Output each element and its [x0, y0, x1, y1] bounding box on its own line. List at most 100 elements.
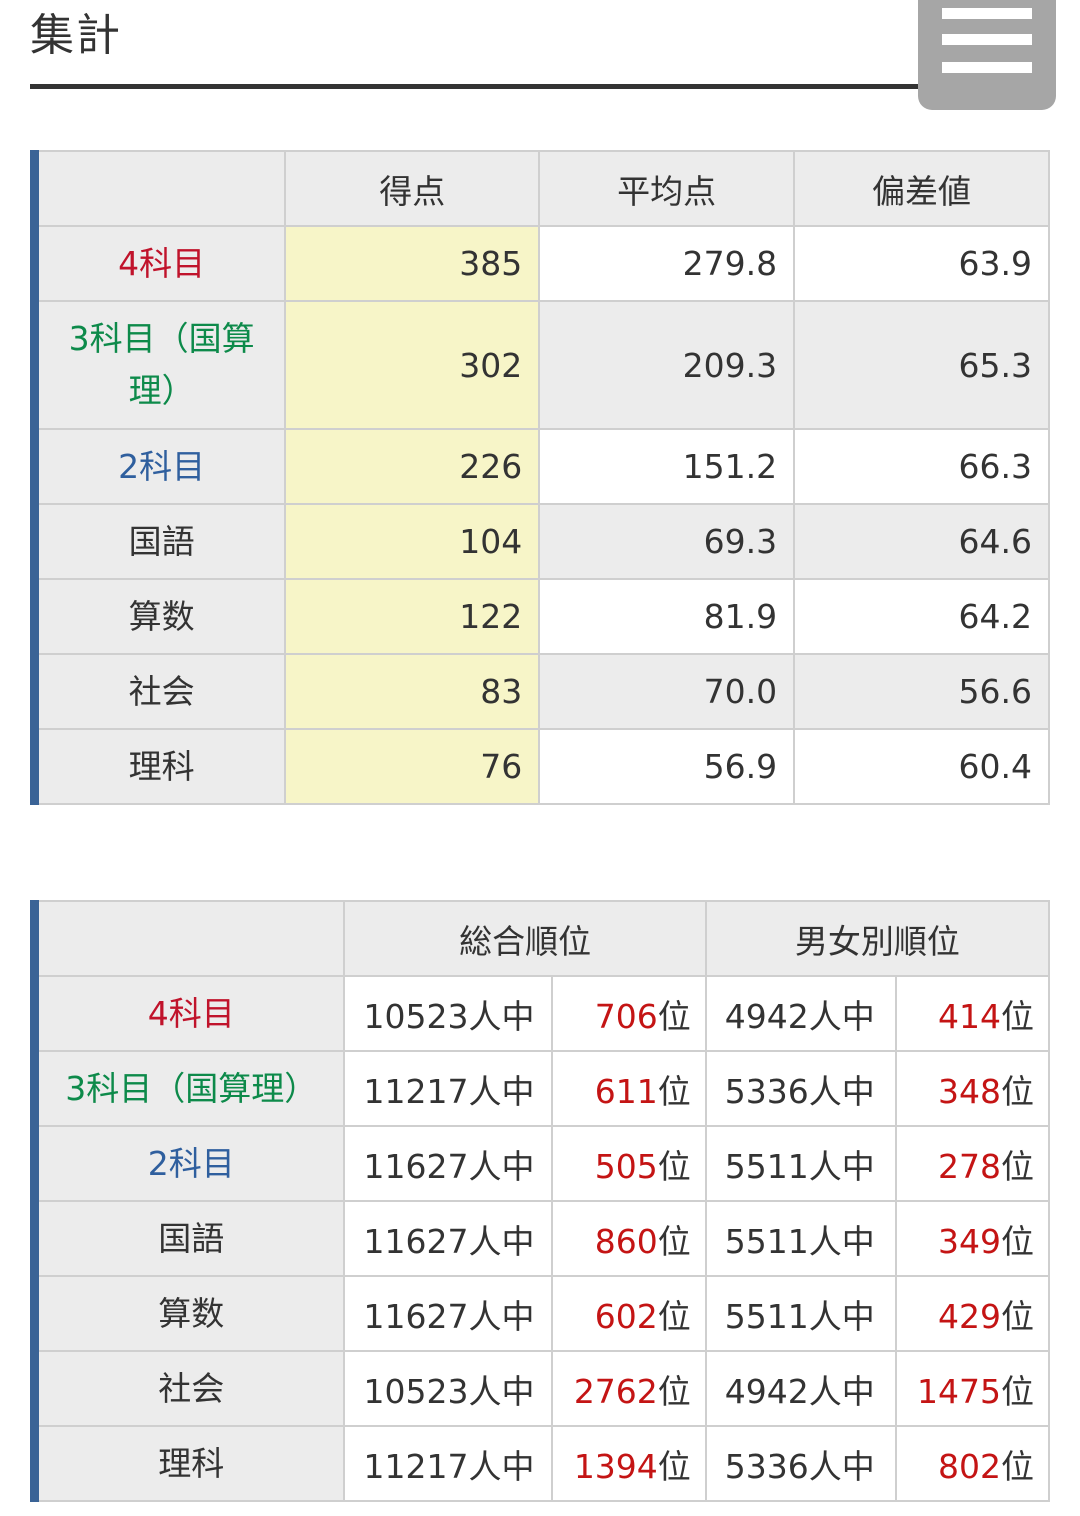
participant-unit: 人中 [808, 1446, 875, 1486]
column-header-average: 平均点 [538, 150, 796, 227]
rank-number: 278 [938, 1146, 1001, 1186]
rank-header-row: 総合順位 男女別順位 [33, 900, 1051, 977]
corner-cell [33, 900, 346, 977]
row-label: 理科 [33, 1425, 346, 1502]
gender-rank: 348位 [895, 1050, 1050, 1127]
rank-number: 1394 [573, 1446, 658, 1486]
header-divider [30, 84, 930, 89]
table-row: 3科目（国算理） 302 209.3 65.3 [33, 300, 1050, 430]
gender-rank: 278位 [895, 1125, 1050, 1202]
total-participants: 10523人中 [343, 975, 553, 1052]
total-rank: 706位 [550, 975, 707, 1052]
rank-unit: 位 [1001, 1371, 1034, 1411]
table-row: 4科目 10523人中 706位 4942人中 414位 [33, 975, 1050, 1052]
rank-number: 348 [938, 1071, 1001, 1111]
rank-number: 505 [594, 1146, 658, 1186]
deviation-value: 64.6 [793, 503, 1050, 580]
column-header-gender-rank: 男女別順位 [704, 900, 1051, 977]
average-value: 69.3 [538, 503, 796, 580]
total-rank: 602位 [550, 1275, 707, 1352]
menu-button[interactable] [918, 0, 1056, 110]
gender-participants: 5336人中 [704, 1050, 898, 1127]
gender-participants: 5511人中 [704, 1275, 898, 1352]
row-label: 4科目 [33, 225, 287, 302]
row-label: 国語 [33, 503, 287, 580]
row-label: 3科目（国算理） [33, 1050, 346, 1127]
participant-count: 5511 [724, 1146, 809, 1186]
total-rank: 1394位 [550, 1425, 707, 1502]
average-value: 151.2 [538, 428, 796, 505]
ranking-table: 総合順位 男女別順位 4科目 10523人中 706位 4942人中 414位 3科目（国… [30, 900, 1051, 1502]
average-value: 56.9 [538, 728, 796, 805]
participant-count: 5511 [724, 1296, 809, 1336]
rank-number: 611 [594, 1071, 658, 1111]
gender-participants: 5511人中 [704, 1125, 898, 1202]
column-header-overall-rank: 総合順位 [343, 900, 707, 977]
score-value: 385 [284, 225, 541, 302]
average-value: 209.3 [538, 300, 796, 430]
deviation-value: 60.4 [793, 728, 1050, 805]
rank-unit: 位 [1001, 1146, 1034, 1186]
participant-count: 10523 [363, 996, 469, 1036]
rank-number: 860 [594, 1221, 658, 1261]
participant-count: 11217 [363, 1071, 469, 1111]
rank-number: 1475 [917, 1371, 1001, 1411]
participant-unit: 人中 [468, 1296, 535, 1336]
score-value: 226 [284, 428, 541, 505]
gender-participants: 5511人中 [704, 1200, 898, 1277]
page-title: 集計 [30, 10, 122, 61]
score-value: 76 [284, 728, 541, 805]
rank-unit: 位 [657, 1146, 691, 1186]
row-label: 理科 [33, 728, 287, 805]
table-row: 理科 11217人中 1394位 5336人中 802位 [33, 1425, 1050, 1502]
table-row: 社会 10523人中 2762位 4942人中 1475位 [33, 1350, 1050, 1427]
row-label: 社会 [33, 1350, 346, 1427]
participant-unit: 人中 [808, 1146, 875, 1186]
participant-count: 11217 [363, 1446, 469, 1486]
rank-number: 2762 [573, 1371, 658, 1411]
participant-unit: 人中 [468, 1371, 535, 1411]
table-row: 2科目 11627人中 505位 5511人中 278位 [33, 1125, 1050, 1202]
gender-participants: 4942人中 [704, 1350, 898, 1427]
gender-rank: 802位 [895, 1425, 1050, 1502]
participant-count: 5336 [724, 1071, 809, 1111]
score-value: 302 [284, 300, 541, 430]
score-value: 122 [284, 578, 541, 655]
rank-unit: 位 [657, 1221, 691, 1261]
participant-unit: 人中 [808, 1296, 875, 1336]
score-value: 104 [284, 503, 541, 580]
menu-bar-icon [942, 8, 1032, 19]
table-row: 4科目 385 279.8 63.9 [33, 225, 1050, 302]
participant-unit: 人中 [808, 1071, 875, 1111]
rank-unit: 位 [1001, 1071, 1034, 1111]
table-row: 社会 83 70.0 56.6 [33, 653, 1050, 730]
participant-count: 11627 [363, 1221, 469, 1261]
participant-unit: 人中 [468, 1071, 535, 1111]
total-participants: 11627人中 [343, 1125, 553, 1202]
participant-unit: 人中 [808, 1371, 875, 1411]
menu-bar-icon [942, 62, 1032, 73]
rank-number: 706 [594, 996, 658, 1036]
rank-number: 802 [938, 1446, 1001, 1486]
rank-unit: 位 [657, 1296, 691, 1336]
gender-rank: 429位 [895, 1275, 1050, 1352]
participant-count: 10523 [363, 1371, 469, 1411]
total-rank: 2762位 [550, 1350, 707, 1427]
rank-unit: 位 [1001, 1446, 1034, 1486]
average-value: 279.8 [538, 225, 796, 302]
participant-count: 11627 [363, 1146, 469, 1186]
average-value: 81.9 [538, 578, 796, 655]
participant-unit: 人中 [468, 996, 535, 1036]
participant-unit: 人中 [468, 1446, 535, 1486]
row-label: 算数 [33, 1275, 346, 1352]
deviation-value: 64.2 [793, 578, 1050, 655]
rank-unit: 位 [1001, 996, 1034, 1036]
corner-cell [33, 150, 287, 227]
rank-unit: 位 [657, 1371, 691, 1411]
gender-rank: 349位 [895, 1200, 1050, 1277]
row-label: 社会 [33, 653, 287, 730]
score-header-row: 得点 平均点 偏差値 [33, 150, 1050, 227]
total-participants: 10523人中 [343, 1350, 553, 1427]
row-label: 2科目 [33, 428, 287, 505]
menu-bar-icon [942, 34, 1032, 45]
